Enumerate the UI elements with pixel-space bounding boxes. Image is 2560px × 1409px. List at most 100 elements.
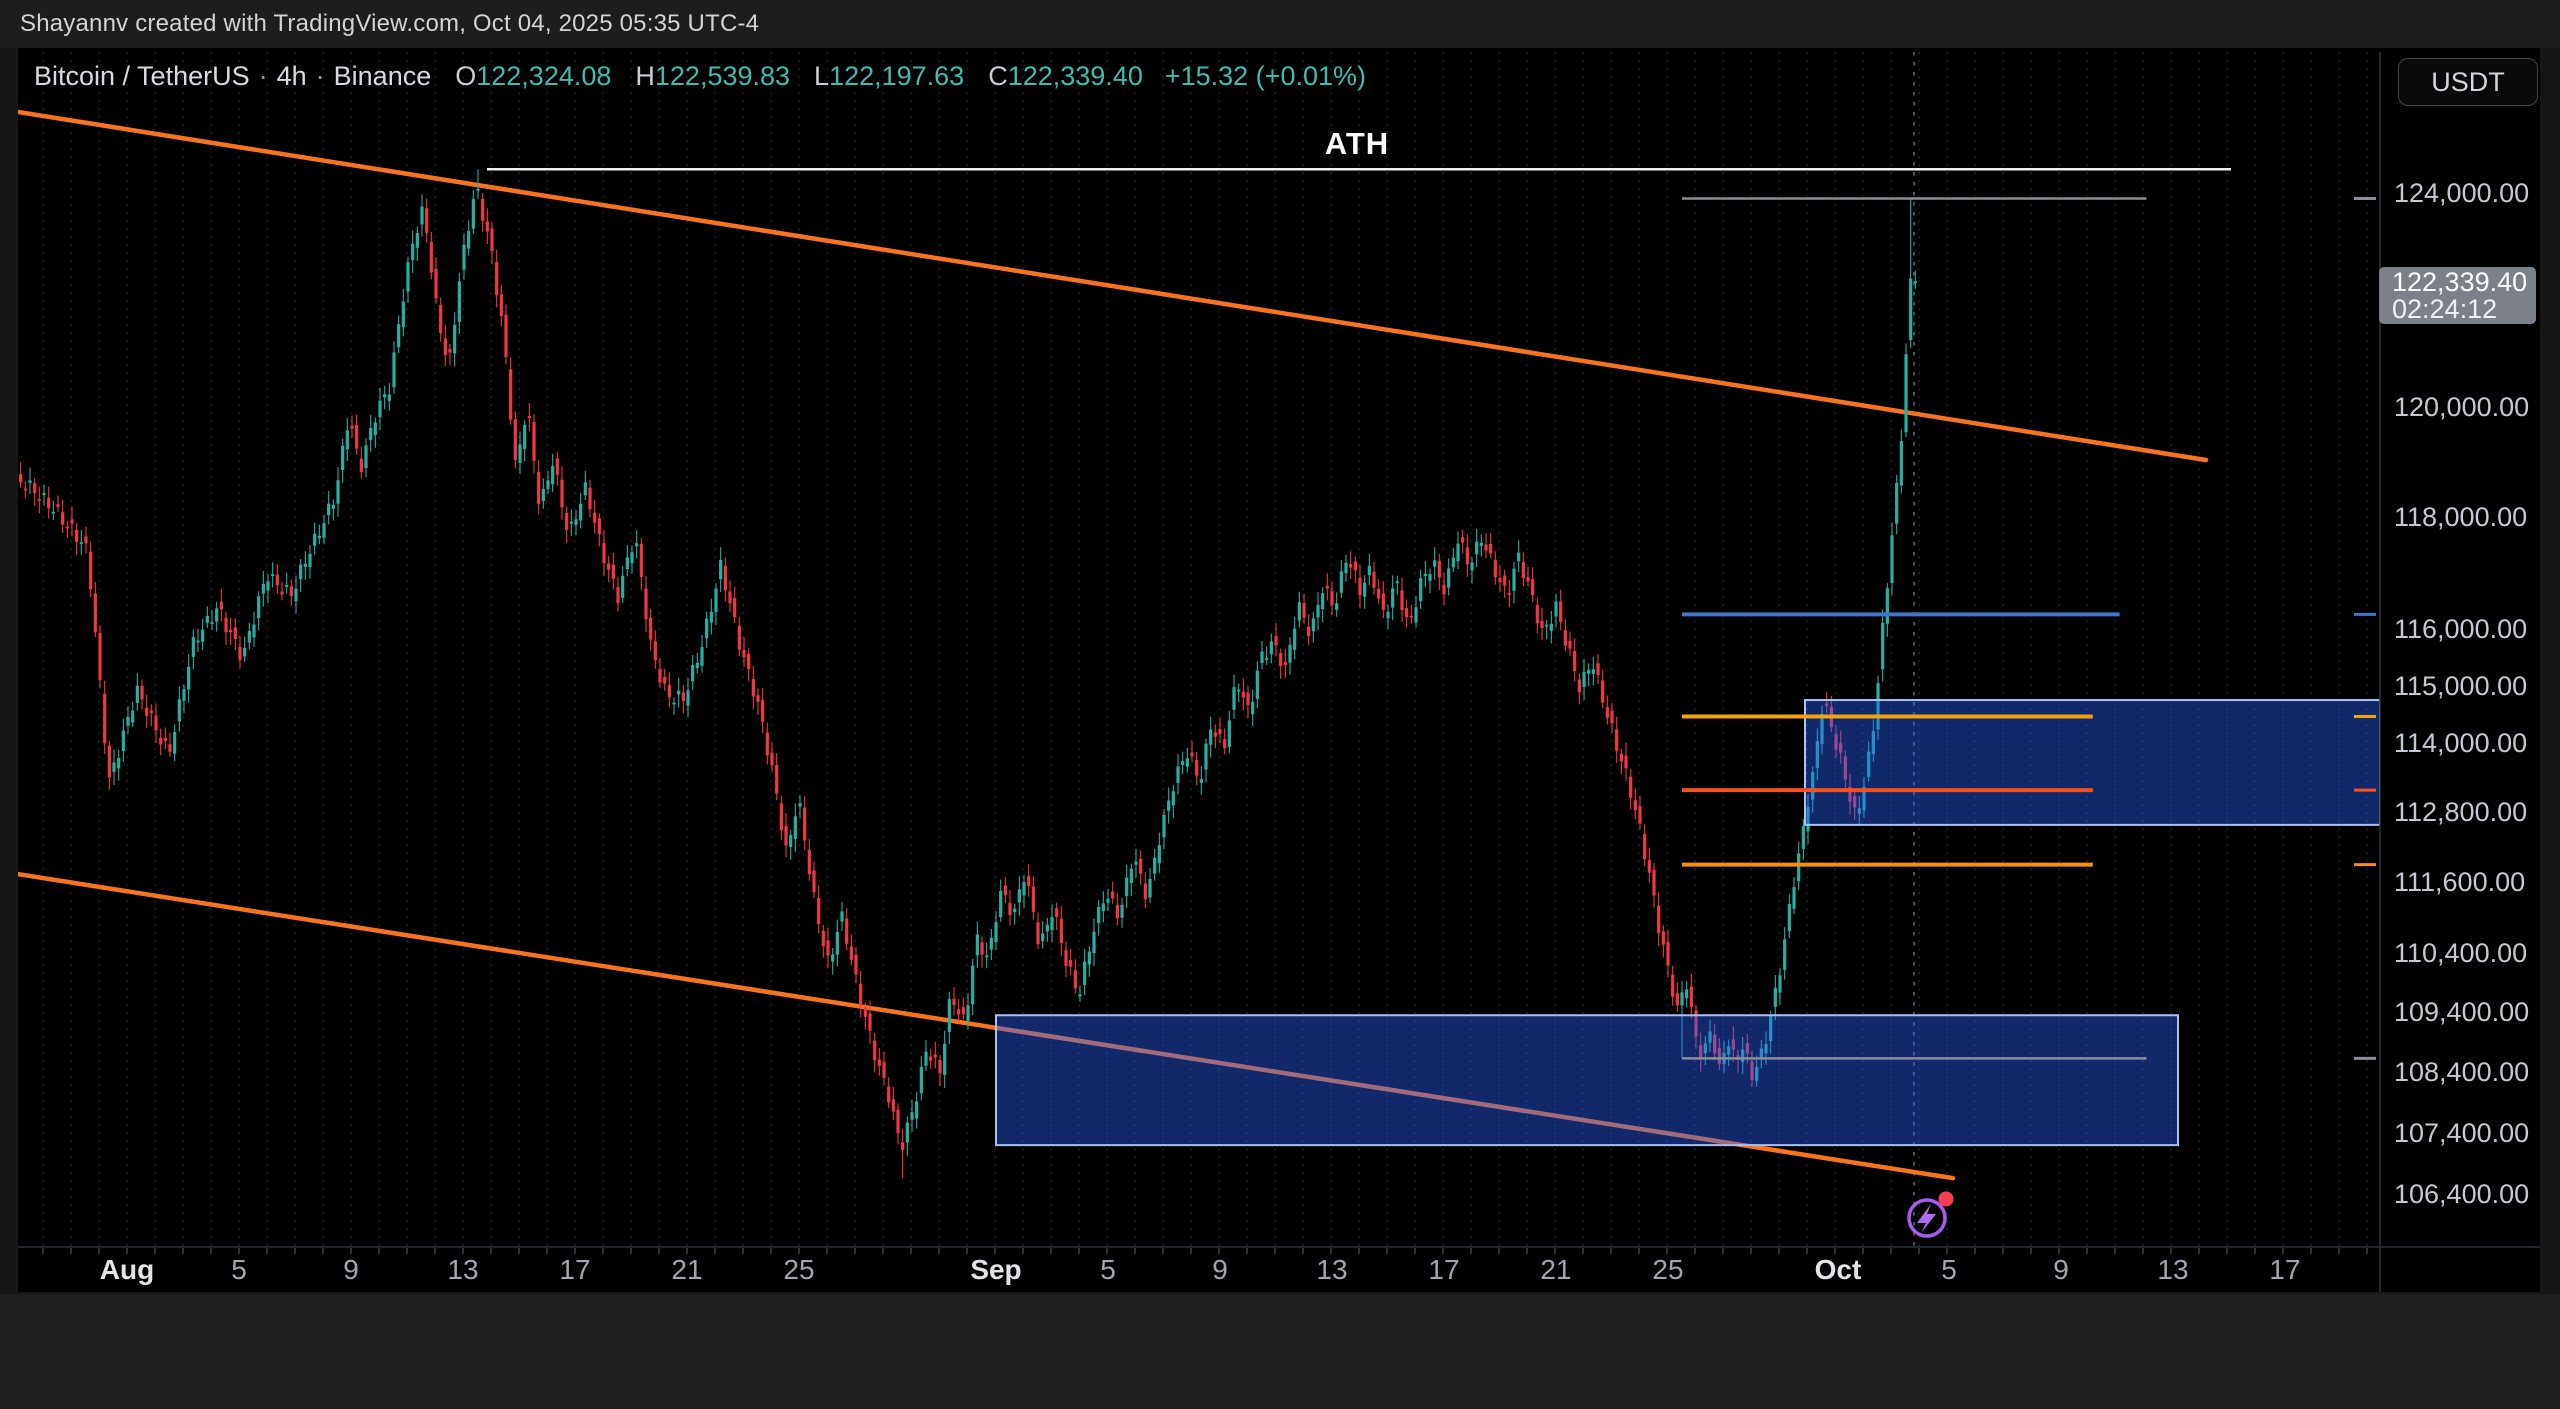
candle-body	[434, 269, 437, 298]
candle-body	[80, 542, 83, 544]
candle-body	[574, 519, 577, 524]
candle-body	[1256, 671, 1259, 699]
candle-body	[112, 762, 115, 771]
candle-body	[388, 394, 391, 400]
candle-body	[1064, 950, 1067, 966]
candle-body	[1349, 564, 1352, 568]
candle-body	[990, 938, 993, 950]
candle-body	[187, 667, 190, 690]
upper-channel-line[interactable]	[18, 112, 2206, 460]
candle-body	[640, 544, 643, 577]
candle-body	[192, 637, 195, 657]
price-tick-label: 118,000.00	[2394, 503, 2527, 531]
candle-body	[61, 512, 64, 525]
candle-body	[1592, 669, 1595, 674]
candle-body	[962, 1007, 965, 1014]
candle-body	[1312, 618, 1315, 631]
candle-body	[1428, 574, 1431, 581]
fib-retracement[interactable]	[1682, 199, 2376, 1059]
candle-body	[1559, 601, 1562, 622]
candle-body	[1475, 542, 1478, 555]
candle-body	[117, 758, 120, 768]
candle-body	[1643, 834, 1646, 859]
candle-body	[1246, 693, 1249, 705]
candle-body	[280, 592, 283, 595]
candle-body	[1582, 672, 1585, 687]
time-tick-day: 9	[1175, 1254, 1265, 1286]
candle-body	[1788, 904, 1791, 931]
low-value: 122,197.63	[829, 61, 964, 91]
attribution-bar: Shayannv created with TradingView.com, O…	[0, 0, 2560, 48]
candle-body	[612, 565, 615, 579]
chart-canvas[interactable]	[0, 0, 2560, 1409]
candle-body	[976, 935, 979, 956]
time-tick-day: 17	[530, 1254, 620, 1286]
candle-body	[747, 654, 750, 669]
candle-body	[906, 1123, 909, 1143]
candle-body	[1330, 591, 1333, 605]
candle-body	[1092, 932, 1095, 953]
candle-body	[47, 498, 50, 508]
rectangle-zones[interactable]	[996, 700, 2380, 1145]
candle-body	[1363, 583, 1366, 597]
ath-annotation-label: ATH	[1277, 126, 1437, 162]
candle-body	[602, 543, 605, 563]
separator: ·	[259, 61, 268, 91]
candle-body	[1578, 679, 1581, 692]
demand-zone[interactable]	[996, 1015, 2178, 1145]
price-tick-label: 115,000.00	[2394, 672, 2527, 700]
candle-body	[570, 522, 573, 524]
candle-body	[812, 870, 815, 892]
candle-body	[831, 954, 834, 961]
candle-body	[1573, 651, 1576, 671]
candle-body	[1526, 577, 1529, 581]
candle-body	[924, 1052, 927, 1066]
candle-body	[1419, 578, 1422, 601]
candle-body	[714, 589, 717, 612]
candle-body	[1596, 663, 1599, 675]
time-tick-day: 13	[418, 1254, 508, 1286]
candle-body	[369, 428, 372, 440]
candle-body	[560, 480, 563, 508]
candle-body	[892, 1099, 895, 1111]
candle-body	[845, 919, 848, 944]
candle-body	[1284, 662, 1287, 665]
candle-body	[752, 679, 755, 697]
notification-dot	[1939, 1192, 1954, 1207]
candle-body	[486, 222, 489, 232]
supply-zone[interactable]	[1805, 700, 2380, 825]
candle-body	[304, 564, 307, 567]
candle-body	[915, 1101, 918, 1118]
candle-body	[1204, 744, 1207, 770]
candle-body	[1106, 899, 1109, 903]
price-tick-label: 116,000.00	[2394, 615, 2527, 643]
candle-body	[1344, 563, 1347, 573]
candle-body	[742, 650, 745, 658]
candle-body	[910, 1112, 913, 1119]
candle-body	[1242, 692, 1245, 698]
candle-body	[98, 633, 101, 681]
candle-body	[1340, 571, 1343, 592]
candle-body	[159, 738, 162, 744]
candle-body	[1802, 826, 1805, 849]
candle-body	[873, 1041, 876, 1061]
candle-body	[238, 647, 241, 660]
candle-body	[285, 585, 288, 587]
candle-body	[836, 932, 839, 955]
candle-body	[840, 911, 843, 921]
candle-body	[1531, 579, 1534, 595]
candle-body	[1214, 732, 1217, 736]
candle-body	[1438, 561, 1441, 578]
candle-body	[1228, 720, 1231, 747]
candle-body	[1461, 537, 1464, 542]
candle-body	[1144, 884, 1147, 900]
candle-body	[14, 475, 17, 482]
candle-body	[864, 1007, 867, 1016]
candle-body	[1013, 909, 1016, 913]
candle-body	[1386, 612, 1389, 618]
candle-body	[1190, 752, 1193, 756]
candle-body	[416, 233, 419, 248]
candle-body	[705, 619, 708, 639]
candle-body	[248, 631, 251, 643]
candle-body	[271, 574, 274, 576]
